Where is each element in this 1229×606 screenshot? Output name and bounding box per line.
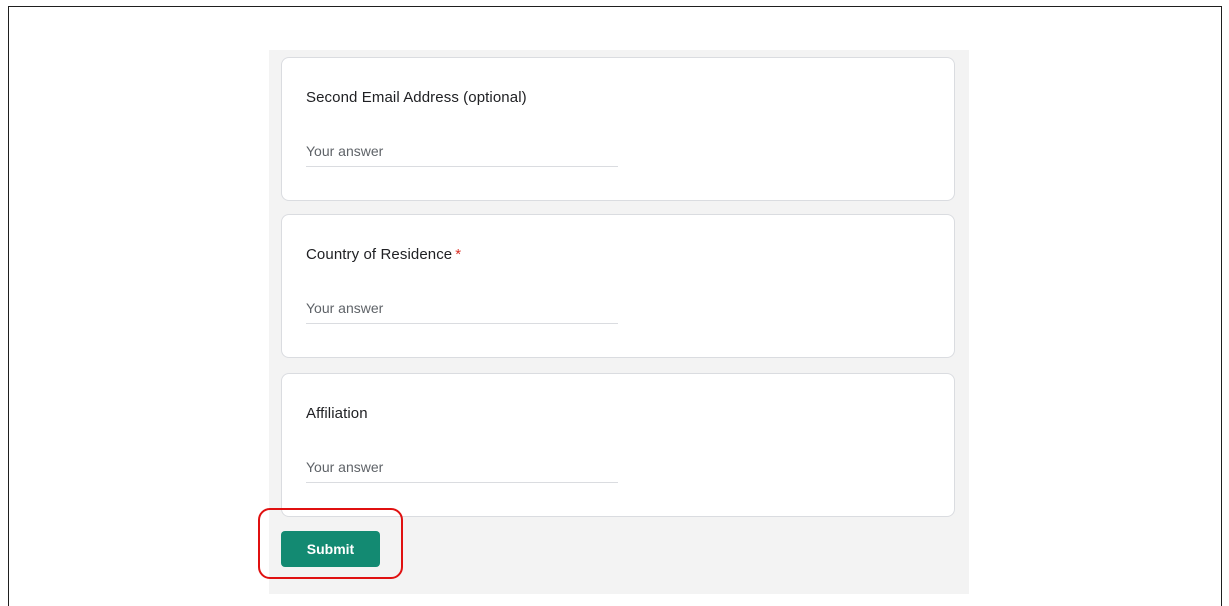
question-title: Country of Residence * [306, 246, 461, 263]
country-of-residence-input[interactable] [306, 297, 618, 324]
question-card-second-email: Second Email Address (optional) [281, 57, 955, 201]
submit-button[interactable]: Submit [281, 531, 380, 567]
question-card-country-of-residence: Country of Residence * [281, 214, 955, 358]
second-email-input[interactable] [306, 140, 618, 167]
question-title: Second Email Address (optional) [306, 89, 527, 106]
question-card-affiliation: Affiliation [281, 373, 955, 517]
question-label: Country of Residence [306, 246, 453, 263]
question-title: Affiliation [306, 405, 368, 422]
required-asterisk: * [455, 246, 462, 263]
question-label: Second Email Address (optional) [306, 89, 527, 106]
affiliation-input[interactable] [306, 456, 618, 483]
question-label: Affiliation [306, 405, 368, 422]
